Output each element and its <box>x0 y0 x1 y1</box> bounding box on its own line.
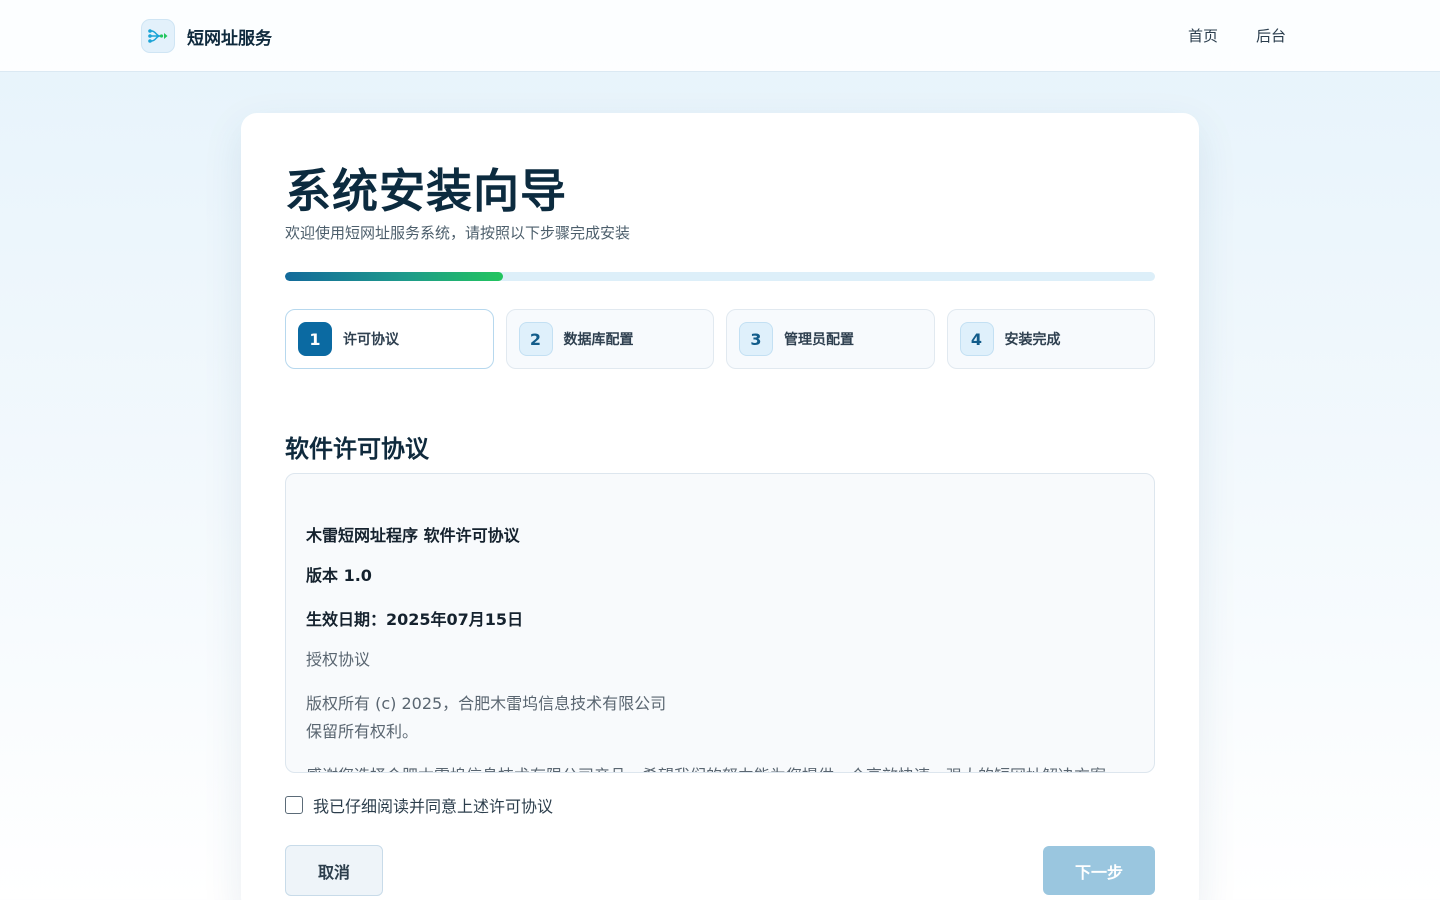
agree-checkbox[interactable] <box>285 796 303 814</box>
page-title: 系统安装向导 <box>285 164 567 218</box>
step-label: 数据库配置 <box>563 332 634 348</box>
step-complete[interactable]: 4 安装完成 <box>946 309 1155 369</box>
step-number: 4 <box>959 322 994 356</box>
top-nav: 首页 后台 <box>1188 25 1286 46</box>
install-wizard-card: 系统安装向导 欢迎使用短网址服务系统，请按照以下步骤完成安装 1 许可协议 2 … <box>241 113 1199 900</box>
step-license[interactable]: 1 许可协议 <box>285 309 494 369</box>
cancel-button[interactable]: 取消 <box>285 845 383 896</box>
top-header: 短网址服务 首页 后台 <box>0 0 1440 72</box>
license-copyright: 版权所有 (c) 2025，合肥木雷坞信息技术有限公司 <box>306 694 667 713</box>
license-heading: 木雷短网址程序 软件许可协议 <box>306 526 520 545</box>
license-effective-date: 生效日期：2025年07月15日 <box>306 610 524 629</box>
license-intro: 感谢您选择合肥木雷坞信息技术有限公司产品。希望我们的努力能为您提供一个高效快速、… <box>306 762 1122 772</box>
progress-bar <box>285 272 1155 281</box>
step-number: 2 <box>518 322 553 356</box>
link-arrow-icon <box>141 19 175 53</box>
step-label: 管理员配置 <box>784 332 854 348</box>
license-version: 版本 1.0 <box>306 566 372 585</box>
step-list: 1 许可协议 2 数据库配置 3 管理员配置 4 安装完成 <box>285 309 1155 369</box>
progress-bar-fill <box>285 272 503 281</box>
nav-admin-link[interactable]: 后台 <box>1256 25 1286 46</box>
section-title: 软件许可协议 <box>285 435 429 463</box>
step-label: 许可协议 <box>343 332 399 348</box>
license-text-scrollbox[interactable]: 木雷短网址程序 软件许可协议 版本 1.0 生效日期：2025年07月15日 授… <box>285 473 1155 773</box>
step-admin[interactable]: 3 管理员配置 <box>726 309 935 369</box>
page-subtitle: 欢迎使用短网址服务系统，请按照以下步骤完成安装 <box>285 224 631 242</box>
license-rights: 保留所有权利。 <box>306 722 419 741</box>
next-button[interactable]: 下一步 <box>1043 846 1155 895</box>
agree-label: 我已仔细阅读并同意上述许可协议 <box>313 797 554 816</box>
license-agreement-label: 授权协议 <box>306 650 371 669</box>
nav-home-link[interactable]: 首页 <box>1188 25 1218 46</box>
step-number: 3 <box>739 322 773 356</box>
brand[interactable]: 短网址服务 <box>141 19 272 53</box>
agree-checkbox-row[interactable]: 我已仔细阅读并同意上述许可协议 <box>285 793 553 817</box>
step-label: 安装完成 <box>1004 332 1061 348</box>
step-database[interactable]: 2 数据库配置 <box>505 309 714 369</box>
brand-name: 短网址服务 <box>187 28 272 49</box>
step-number: 1 <box>298 322 332 356</box>
